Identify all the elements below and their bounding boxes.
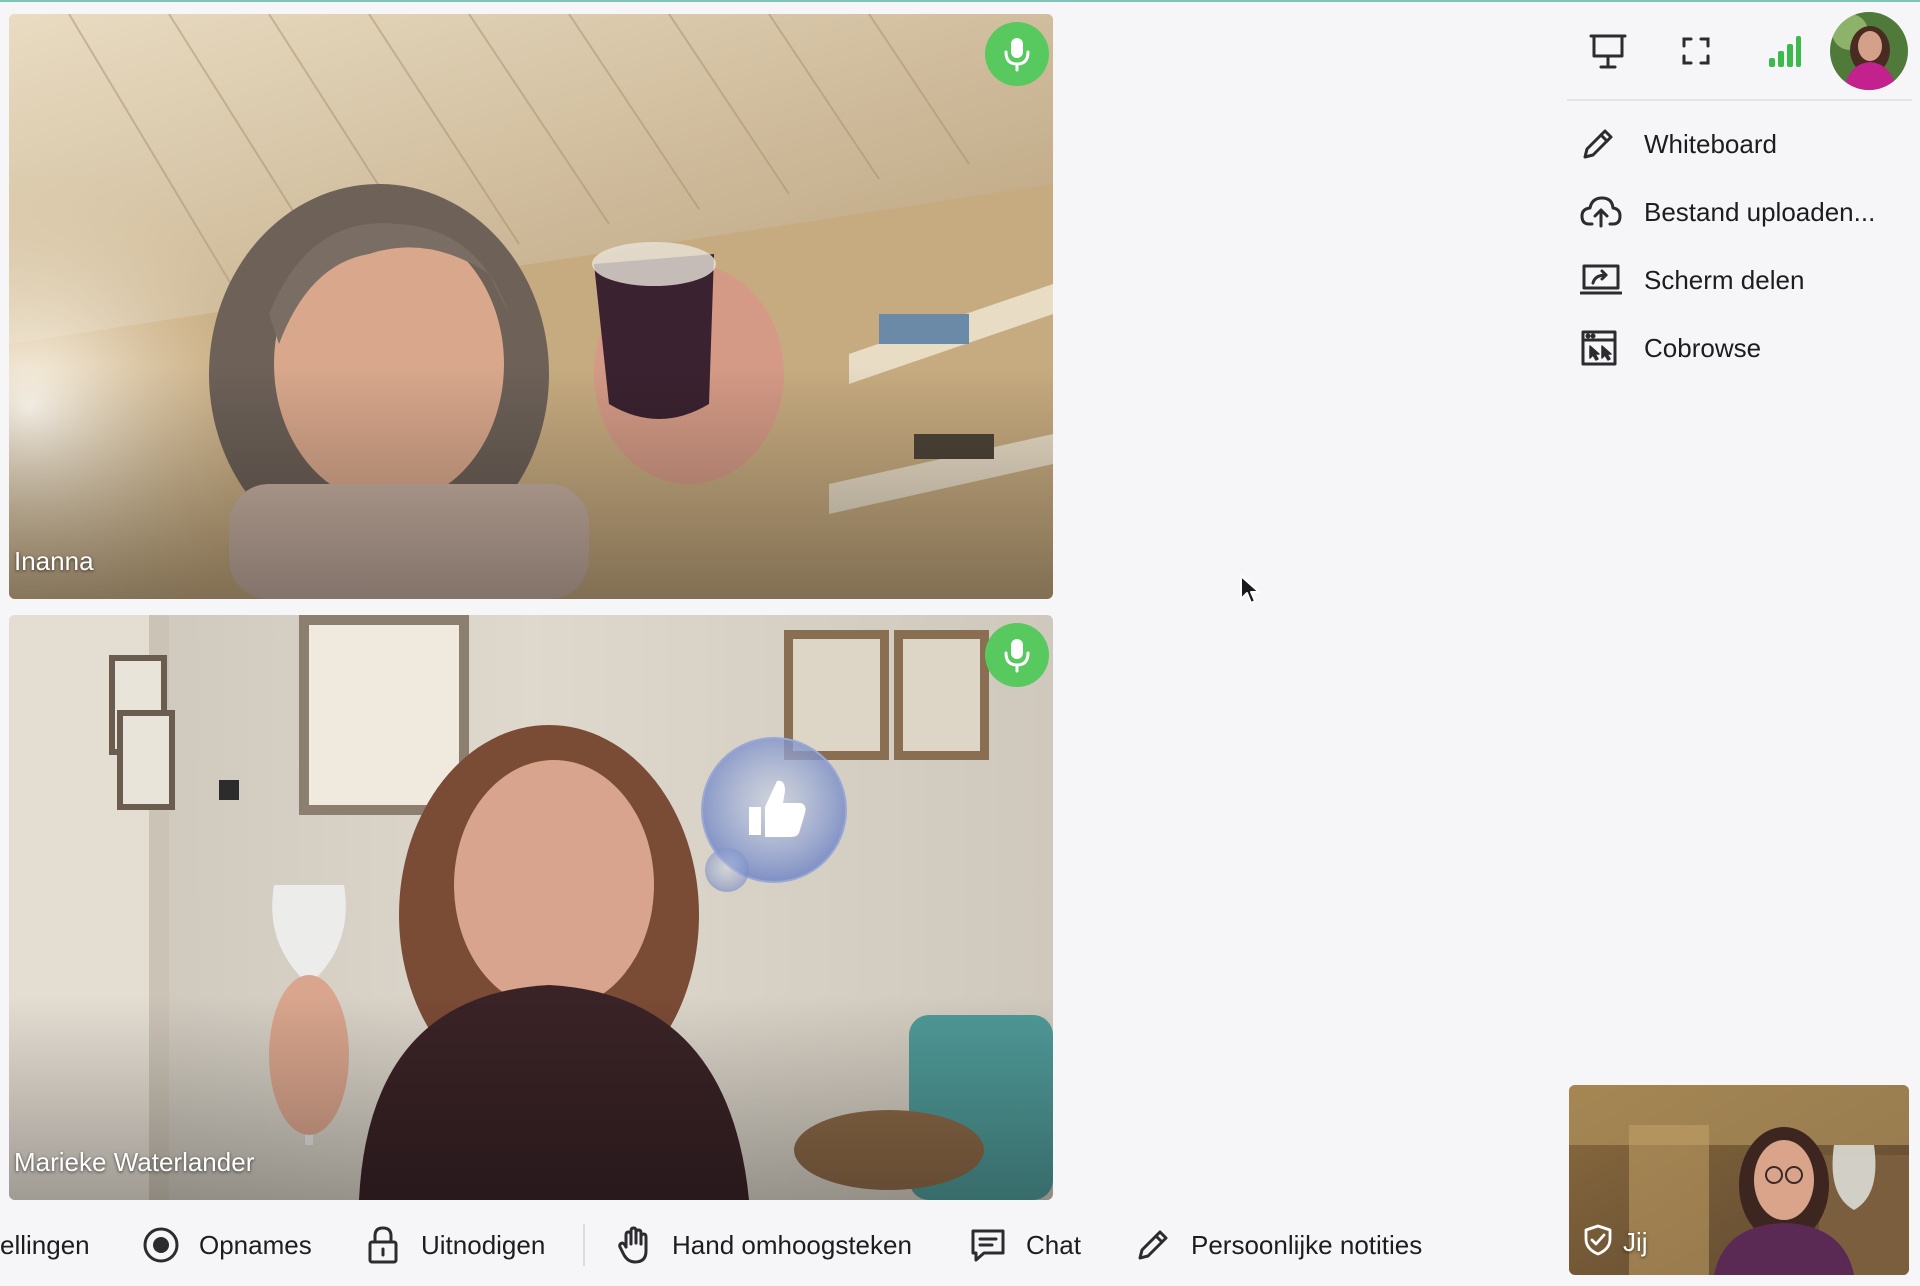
cloud-upload-icon [1580, 192, 1626, 232]
hand-icon [614, 1225, 654, 1265]
mic-on-icon [985, 22, 1049, 86]
menu-item-whiteboard[interactable]: Whiteboard [1580, 110, 1910, 178]
record-icon [141, 1225, 181, 1265]
participant-tile[interactable]: Marieke Waterlander [9, 615, 1053, 1200]
shield-check-icon [1583, 1224, 1613, 1261]
invite-button[interactable]: Uitnodigen [363, 1218, 545, 1272]
menu-item-label: Scherm delen [1644, 264, 1805, 295]
user-avatar[interactable] [1830, 12, 1908, 90]
self-view-label: Jij [1583, 1224, 1648, 1261]
participant-name: Inanna [14, 546, 94, 576]
participant-video [9, 615, 1053, 1200]
menu-item-share-screen[interactable]: Scherm delen [1580, 246, 1910, 314]
screen-share-icon [1580, 260, 1626, 300]
raise-hand-button[interactable]: Hand omhoogsteken [614, 1218, 912, 1272]
menu-item-upload-file[interactable]: Bestand uploaden... [1580, 178, 1910, 246]
menu-item-label: Bestand uploaden... [1644, 196, 1876, 227]
self-name: Jij [1623, 1227, 1648, 1257]
menu-item-label: Cobrowse [1644, 332, 1762, 363]
pencil-icon [1580, 124, 1626, 164]
self-view-tile[interactable]: Jij [1569, 1085, 1909, 1275]
chat-button[interactable]: Chat [968, 1218, 1081, 1272]
invite-label: Uitnodigen [421, 1229, 546, 1260]
recordings-label: Opnames [199, 1229, 312, 1260]
chat-icon [968, 1225, 1008, 1265]
fullscreen-icon[interactable] [1652, 12, 1740, 90]
top-accent-line [0, 0, 1920, 2]
recordings-button[interactable]: Opnames [141, 1218, 312, 1272]
settings-button[interactable]: ellingen [0, 1218, 90, 1272]
menu-item-cobrowse[interactable]: Cobrowse [1580, 314, 1910, 382]
signal-strength-icon[interactable] [1740, 12, 1828, 90]
settings-label: ellingen [0, 1229, 90, 1260]
toolbar-separator [583, 1224, 585, 1266]
lock-icon [363, 1225, 403, 1265]
participant-video [9, 14, 1053, 599]
raise-hand-label: Hand omhoogsteken [672, 1229, 912, 1260]
participant-name: Marieke Waterlander [14, 1147, 255, 1177]
cobrowse-icon [1580, 328, 1626, 368]
presentation-icon[interactable] [1564, 12, 1652, 90]
thumbs-up-icon [741, 773, 811, 843]
personal-notes-label: Persoonlijke notities [1191, 1229, 1423, 1260]
pencil-icon [1133, 1225, 1173, 1265]
menu-divider [1567, 99, 1912, 101]
mic-on-icon [985, 623, 1049, 687]
menu-item-label: Whiteboard [1644, 128, 1777, 159]
top-toolbar [1564, 12, 1908, 90]
bottom-toolbar: ellingen Opnames Uitnodigen Hand omhoogs… [0, 1218, 1560, 1272]
personal-notes-button[interactable]: Persoonlijke notities [1133, 1218, 1422, 1272]
chat-label: Chat [1026, 1229, 1081, 1260]
share-menu: Whiteboard Bestand uploaden... Scherm de… [1580, 110, 1910, 382]
participant-tile[interactable]: Inanna [9, 14, 1053, 599]
mouse-cursor-icon [1239, 574, 1261, 611]
